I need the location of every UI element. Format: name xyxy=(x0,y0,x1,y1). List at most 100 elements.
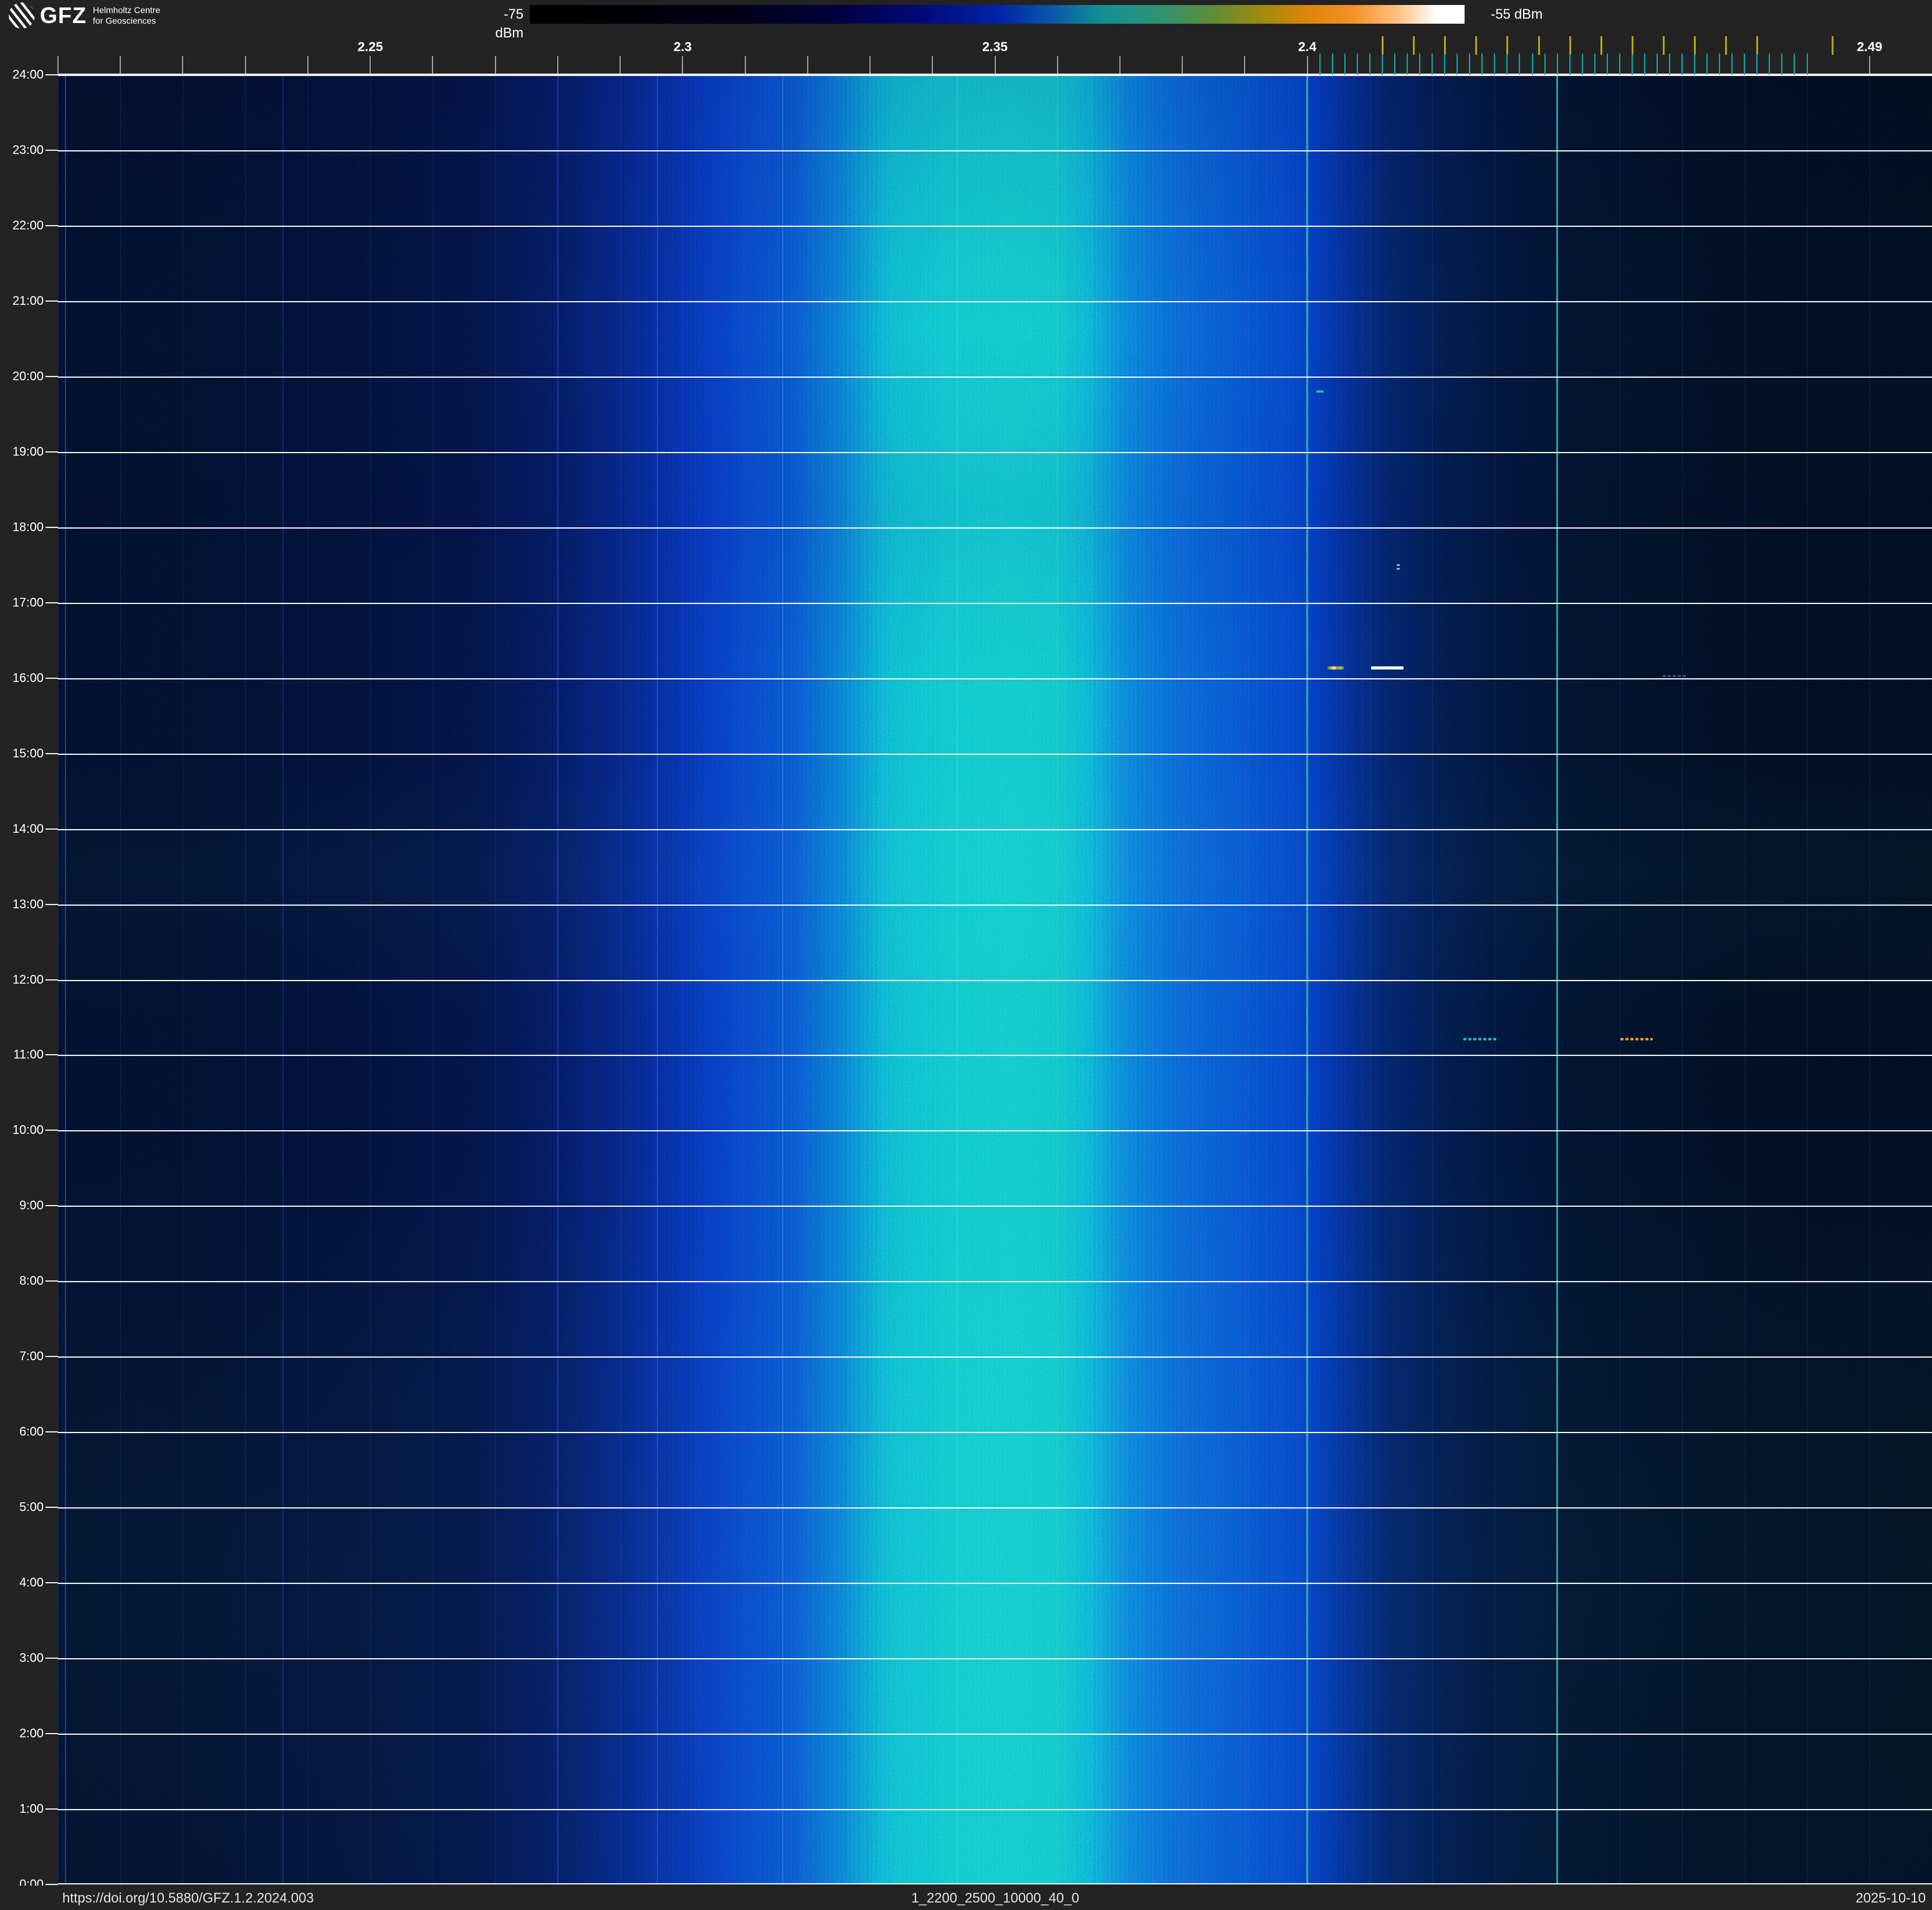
freq-minor-tick xyxy=(1306,56,1308,74)
wifi-channel-tick xyxy=(1631,36,1633,55)
ble-channel-tick xyxy=(1344,54,1346,75)
ble-channel-tick xyxy=(1494,54,1496,75)
hour-tick xyxy=(45,677,58,679)
ble-channel-tick xyxy=(1519,54,1521,75)
hour-tick xyxy=(45,1507,58,1509)
ble-channel-tick xyxy=(1731,54,1733,75)
freq-minor-tick xyxy=(806,56,808,74)
hour-tick xyxy=(45,1808,58,1810)
wifi-channel-tick xyxy=(1475,36,1478,55)
freq-minor-tick xyxy=(869,56,871,74)
ble-channel-tick xyxy=(1569,54,1571,75)
hour-label: 24:00 xyxy=(12,68,44,82)
wifi-channel-tick xyxy=(1381,36,1384,55)
hour-label: 18:00 xyxy=(12,520,44,534)
ble-channel-tick xyxy=(1631,54,1633,75)
hour-label: 1:00 xyxy=(19,1802,44,1816)
hour-label: 7:00 xyxy=(19,1350,44,1364)
hour-label: 13:00 xyxy=(12,897,44,911)
freq-minor-tick xyxy=(120,56,122,74)
ble-channel-tick xyxy=(1469,54,1471,75)
freq-label: 2.25 xyxy=(357,40,383,54)
ble-channel-tick xyxy=(1594,54,1595,75)
hour-tick xyxy=(45,1884,58,1885)
hour-label: 14:00 xyxy=(12,822,44,836)
wifi-channel-tick xyxy=(1506,36,1509,55)
hour-label: 17:00 xyxy=(12,595,44,610)
hour-tick xyxy=(45,752,58,754)
ble-channel-tick xyxy=(1506,54,1508,75)
ble-channel-tick xyxy=(1556,54,1558,75)
hour-tick xyxy=(45,1582,58,1584)
hour-label: 19:00 xyxy=(12,444,44,459)
hour-tick xyxy=(45,1431,58,1433)
freq-label: 2.4 xyxy=(1298,40,1317,54)
wifi-channel-tick xyxy=(1725,36,1728,55)
wifi-channel-tick xyxy=(1537,36,1540,55)
ble-channel-tick xyxy=(1369,54,1370,75)
hour-tick xyxy=(45,224,58,226)
hour-tick xyxy=(45,526,58,528)
hour-tick xyxy=(45,1130,58,1131)
spectrogram-page: { "header": { "logo": { "brand": "GFZ", … xyxy=(0,0,1932,1910)
freq-minor-tick xyxy=(1056,56,1058,74)
ble-channel-tick xyxy=(1531,54,1533,75)
freq-label: 2.35 xyxy=(982,40,1008,54)
freq-minor-tick xyxy=(244,56,246,74)
ble-channel-tick xyxy=(1456,54,1458,75)
doi-text: https://doi.org/10.5880/GFZ.1.2.2024.003 xyxy=(62,1890,314,1906)
event-white-carrier xyxy=(1370,666,1404,670)
hour-label: 16:00 xyxy=(12,671,44,685)
wifi-channel-tick xyxy=(1756,36,1759,55)
ble-channel-tick xyxy=(1794,54,1796,75)
ble-channel-tick xyxy=(1356,54,1358,75)
freq-minor-tick xyxy=(557,56,558,74)
wifi-channel-tick xyxy=(1662,36,1665,55)
hour-tick xyxy=(45,451,58,453)
freq-minor-tick xyxy=(1868,56,1870,74)
freq-minor-tick xyxy=(182,56,184,74)
ble-channel-tick xyxy=(1444,54,1446,75)
hour-tick xyxy=(45,1356,58,1358)
ble-channel-tick xyxy=(1756,54,1758,75)
ble-channel-tick xyxy=(1769,54,1771,75)
freq-minor-tick xyxy=(1182,56,1184,74)
freq-minor-tick xyxy=(307,56,308,74)
wifi-channel-tick xyxy=(1569,36,1571,55)
ble-channel-tick xyxy=(1544,54,1546,75)
hour-tick xyxy=(45,979,58,981)
event-orange-dashes xyxy=(1620,1038,1653,1041)
ble-channel-tick xyxy=(1419,54,1421,75)
event-faint-blue-dashes xyxy=(1662,674,1687,677)
freq-minor-tick xyxy=(932,56,934,74)
ble-channel-tick xyxy=(1806,54,1808,75)
frequency-axis: 2.25 2.3 2.35 2.4 2.49 xyxy=(0,0,1932,75)
event-teal-dashes xyxy=(1463,1038,1498,1041)
event-cyan-speck-pair xyxy=(1397,564,1400,570)
freq-label: 2.3 xyxy=(673,40,692,54)
hour-tick xyxy=(45,1205,58,1207)
ble-channel-tick xyxy=(1407,54,1408,75)
wifi-channel-tick xyxy=(1444,36,1447,55)
hour-label: 12:00 xyxy=(12,972,44,987)
spectrogram-plot xyxy=(58,75,1932,1884)
ble-channel-tick xyxy=(1643,54,1645,75)
ble-channel-tick xyxy=(1581,54,1583,75)
hour-label: 21:00 xyxy=(12,294,44,308)
hour-label: 8:00 xyxy=(19,1274,44,1289)
hour-label: 20:00 xyxy=(12,369,44,383)
hour-tick xyxy=(45,1658,58,1659)
freq-minor-tick xyxy=(682,56,684,74)
freq-minor-tick xyxy=(57,56,59,74)
hour-label: 9:00 xyxy=(19,1199,44,1213)
hour-tick xyxy=(45,1280,58,1282)
hour-tick xyxy=(45,74,58,75)
ble-channel-tick xyxy=(1319,54,1321,75)
hour-label: 10:00 xyxy=(12,1123,44,1138)
ble-channel-tick xyxy=(1432,54,1433,75)
hour-tick xyxy=(45,828,58,830)
ble-channel-tick xyxy=(1331,54,1333,75)
ble-channel-tick xyxy=(1744,54,1746,75)
hour-tick xyxy=(45,375,58,377)
wifi-channel-tick xyxy=(1831,36,1834,55)
